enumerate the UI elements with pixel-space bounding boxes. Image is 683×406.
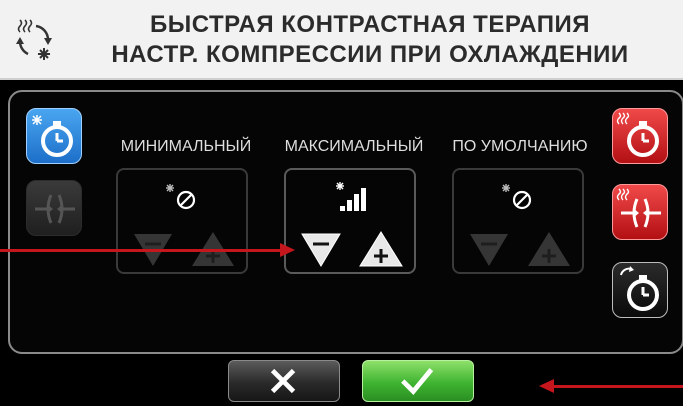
minimum-setting-box [116,168,248,274]
label-default: ПО УМОЛЧАНИЮ [452,138,588,155]
heat-timer-icon [616,112,659,157]
title-line-2: НАСТР. КОМПРЕССИИ ПРИ ОХЛАЖДЕНИИ [111,41,629,68]
cancel-button[interactable] [228,360,340,402]
title-line-1: БЫСТРАЯ КОНТРАСТНАЯ ТЕРАПИЯ [149,11,591,38]
checkmark-icon [401,368,434,396]
heat-compression-button[interactable] [612,184,668,240]
maximum-decrease-button[interactable] [298,230,344,268]
close-icon [270,368,296,394]
confirm-button[interactable] [362,360,474,402]
label-maximum: МАКСИМАЛЬНЫЙ [284,138,424,155]
maximum-setting-box [284,168,416,274]
signal-bars-icon [336,182,366,211]
label-minimum: МИНИМАЛЬНЫЙ [120,138,252,155]
header-bar: БЫСТРАЯ КОНТРАСТНАЯ ТЕРАПИЯ НАСТР. КОМПР… [0,0,683,80]
default-setting-box [452,168,584,274]
maximum-increase-button[interactable] [358,230,404,268]
compression-off-icon [166,184,196,210]
heat-compression-icon [616,188,661,228]
heat-timer-button[interactable] [612,108,668,164]
compression-button[interactable] [26,180,82,236]
compression-off-icon [502,184,532,210]
cold-timer-icon [32,115,73,157]
compression-icon [35,194,75,224]
cycle-timer-button[interactable] [612,262,668,318]
default-decrease-button[interactable] [466,230,512,268]
arrowhead-icon [280,243,295,257]
cold-timer-button[interactable] [26,108,82,164]
default-increase-button[interactable] [526,230,572,268]
hot-cold-cycle-icon [16,19,52,60]
arrowhead-icon [539,379,554,393]
cycle-timer-icon [620,266,659,311]
page-title: БЫСТРАЯ КОНТРАСТНАЯ ТЕРАПИЯ НАСТР. КОМПР… [70,10,670,70]
